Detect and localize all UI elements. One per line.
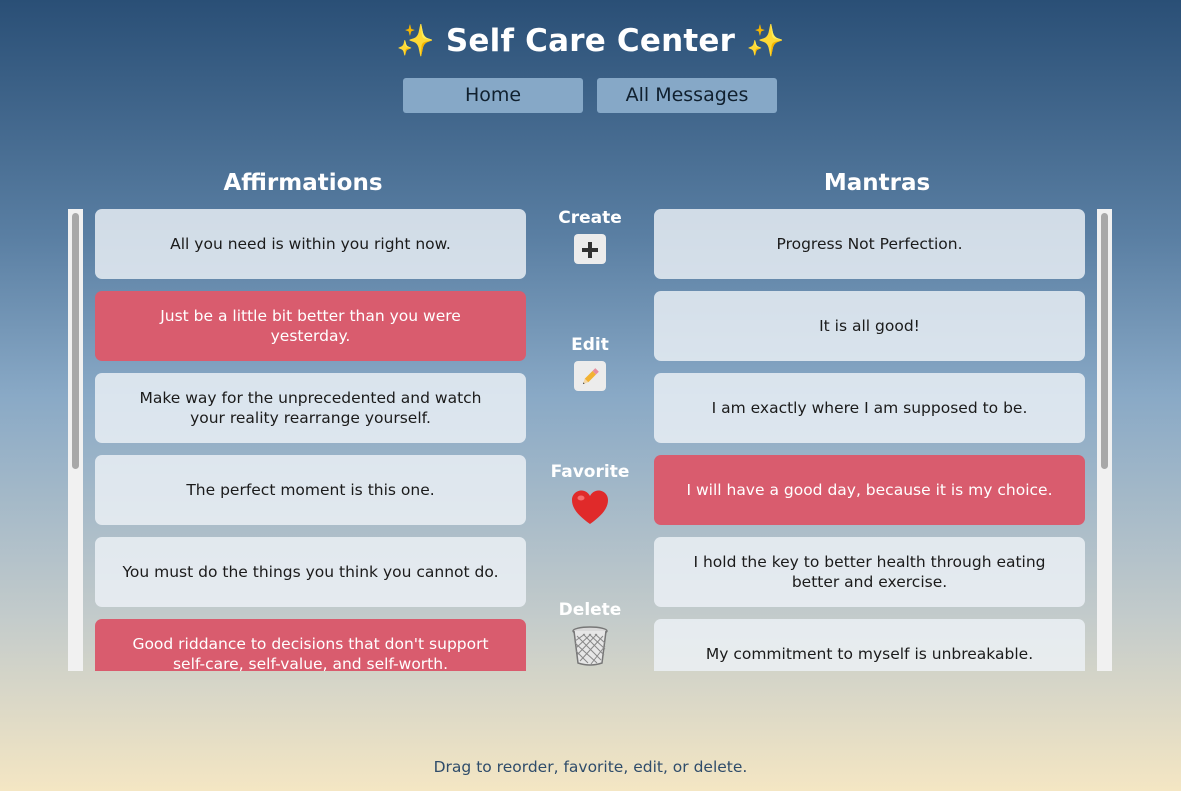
message-card[interactable]: I will have a good day, because it is my… <box>654 455 1085 525</box>
home-button[interactable]: Home <box>403 78 583 113</box>
affirmations-list[interactable]: All you need is within you right now. Jus… <box>68 209 528 671</box>
mantras-scroll-thumb[interactable] <box>1101 213 1108 469</box>
mantras-heading: Mantras <box>823 170 931 196</box>
heart-icon[interactable] <box>571 488 609 526</box>
pencil-icon[interactable] <box>574 361 606 391</box>
message-card[interactable]: My commitment to myself is unbreakable. <box>654 619 1085 671</box>
message-text: All you need is within you right now. <box>170 235 451 253</box>
page-title: ✨ Self Care Center ✨ <box>396 23 785 59</box>
message-card[interactable]: All you need is within you right now. <box>95 209 526 279</box>
edit-action[interactable]: Edit <box>540 335 640 391</box>
message-text: Good riddance to decisions that don't su… <box>132 635 489 671</box>
edit-label: Edit <box>571 335 609 355</box>
message-card[interactable]: I hold the key to better health through … <box>654 537 1085 607</box>
delete-action[interactable]: Delete <box>540 600 640 666</box>
message-card[interactable]: The perfect moment is this one. <box>95 455 526 525</box>
affirmations-scroll-thumb[interactable] <box>72 213 79 469</box>
message-text: I will have a good day, because it is my… <box>686 481 1053 499</box>
message-text: You must do the things you think you can… <box>122 563 499 581</box>
all-messages-button[interactable]: All Messages <box>597 78 777 113</box>
affirmations-scrollbar[interactable] <box>68 209 83 671</box>
message-text: I hold the key to better health through … <box>693 553 1046 591</box>
message-card[interactable]: You must do the things you think you can… <box>95 537 526 607</box>
message-text: The perfect moment is this one. <box>186 481 435 499</box>
message-card[interactable]: Just be a little bit better than you wer… <box>95 291 526 361</box>
message-text: I am exactly where I am supposed to be. <box>711 399 1028 417</box>
create-label: Create <box>558 208 622 228</box>
message-card[interactable]: I am exactly where I am supposed to be. <box>654 373 1085 443</box>
message-card[interactable]: Make way for the unprecedented and watch… <box>95 373 526 443</box>
favorite-label: Favorite <box>550 462 630 482</box>
mantras-scrollbar[interactable] <box>1097 209 1112 671</box>
mantras-list[interactable]: Progress Not Perfection. It is all good! I… <box>654 209 1112 671</box>
mantras-cards: Progress Not Perfection. It is all good! I… <box>654 209 1085 671</box>
create-action[interactable]: Create <box>540 208 640 264</box>
footer-hint: Drag to reorder, favorite, edit, or dele… <box>433 758 748 776</box>
plus-icon[interactable] <box>574 234 606 264</box>
top-nav: Home All Messages <box>403 78 777 113</box>
message-card[interactable]: Good riddance to decisions that don't su… <box>95 619 526 671</box>
message-card[interactable]: Progress Not Perfection. <box>654 209 1085 279</box>
message-text: My commitment to myself is unbreakable. <box>705 645 1034 663</box>
message-text: Make way for the unprecedented and watch… <box>139 389 482 427</box>
message-text: Just be a little bit better than you wer… <box>160 307 461 345</box>
favorite-action[interactable]: Favorite <box>540 462 640 526</box>
message-card[interactable]: It is all good! <box>654 291 1085 361</box>
delete-label: Delete <box>558 600 622 620</box>
affirmations-heading: Affirmations <box>223 170 383 196</box>
trash-can-icon[interactable] <box>571 626 609 666</box>
affirmations-cards: All you need is within you right now. Jus… <box>95 209 526 671</box>
message-text: Progress Not Perfection. <box>776 235 963 253</box>
message-text: It is all good! <box>819 317 920 335</box>
